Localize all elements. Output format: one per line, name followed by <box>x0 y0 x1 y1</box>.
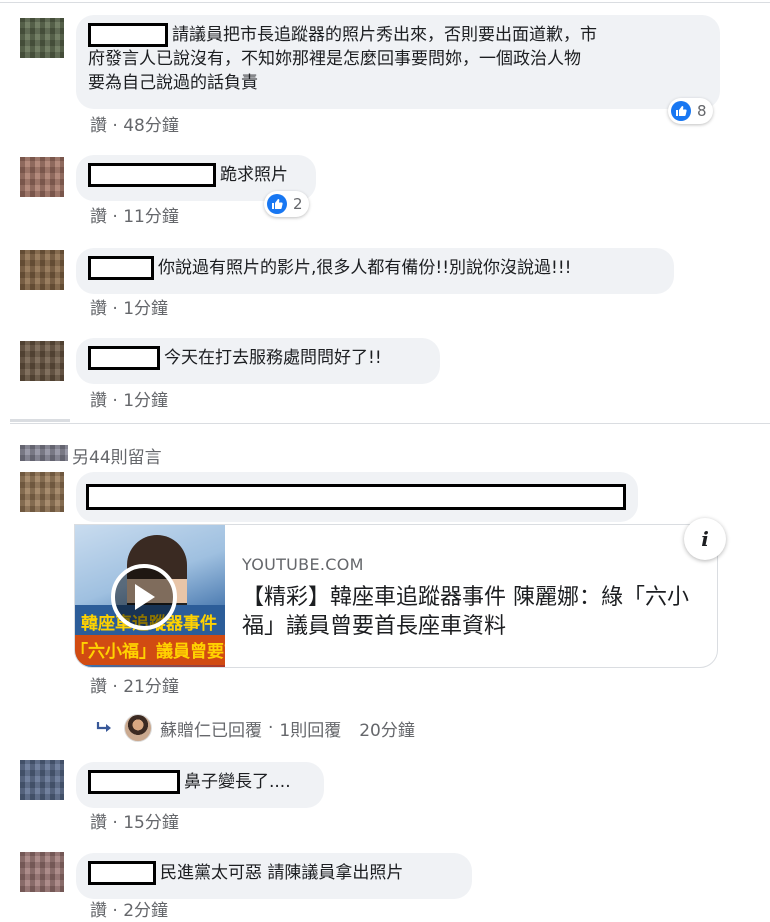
avatar <box>124 714 152 742</box>
info-icon[interactable]: i <box>684 518 726 560</box>
more-comments-link[interactable]: 另44則留言 <box>72 443 162 468</box>
comment-bubble: 鼻子變長了.... <box>76 762 324 808</box>
comment-text: 你說過有照片的影片,很多人都有備份!!別說你沒說過!!! <box>158 258 572 278</box>
avatar[interactable] <box>20 18 64 58</box>
comment-time[interactable]: 48分鐘 <box>123 116 179 136</box>
comment-text: 民進黨太可惡 請陳議員拿出照片 <box>160 863 404 883</box>
comment-meta: 讚 · 11分鐘 <box>90 206 179 228</box>
redacted-name <box>88 163 216 187</box>
comment-bubble: 你說過有照片的影片,很多人都有備份!!別說你沒說過!!! <box>76 248 674 294</box>
like-link[interactable]: 讚 <box>90 116 107 136</box>
meta-separator: · <box>112 391 118 411</box>
comment-bubble: 民進黨太可惡 請陳議員拿出照片 <box>76 853 472 899</box>
reaction-count[interactable]: 2 <box>264 191 309 217</box>
comment-bubble: 今天在打去服務處問問好了!! <box>76 338 440 384</box>
reply-arrow-icon <box>96 721 114 735</box>
avatar[interactable] <box>20 250 64 290</box>
comment-time[interactable]: 11分鐘 <box>123 207 179 227</box>
comment-text-line: 府發言人已說沒有，不知妳那裡是怎麼回事要問妳，一個政治人物 <box>88 49 581 69</box>
reply-author-text[interactable]: 蘇贈仁已回覆 <box>160 716 262 741</box>
comment-bubble: 請議員把市長追蹤器的照片秀出來，否則要出面道歉，市 府發言人已說沒有，不知妳那裡… <box>76 15 720 109</box>
meta-separator: · <box>112 207 118 227</box>
like-thumb-icon <box>267 194 287 214</box>
section-divider <box>10 423 770 424</box>
avatar <box>20 445 68 461</box>
avatar[interactable] <box>20 157 64 197</box>
divider-tick <box>10 419 70 422</box>
comment-meta: 讚 · 21分鐘 <box>90 676 179 698</box>
like-link[interactable]: 讚 <box>90 901 107 921</box>
card-title[interactable]: 【精彩】韓座車追蹤器事件 陳麗娜：綠「六小福」議員曾要首長座車資料 <box>242 583 712 641</box>
comment-meta: 讚 · 15分鐘 <box>90 812 179 834</box>
avatar[interactable] <box>20 472 64 512</box>
avatar[interactable] <box>20 852 64 892</box>
comment-meta: 讚 · 1分鐘 <box>90 390 168 412</box>
comment-time[interactable]: 15分鐘 <box>123 813 179 833</box>
comment-time[interactable]: 1分鐘 <box>123 299 168 319</box>
comment-text-line: 請議員把市長追蹤器的照片秀出來，否則要出面道歉，市 <box>172 25 597 45</box>
comment-meta: 讚 · 1分鐘 <box>90 298 168 320</box>
comment-time[interactable]: 21分鐘 <box>123 677 179 697</box>
comment-meta: 讚 · 48分鐘 <box>90 115 179 137</box>
reaction-number: 2 <box>293 195 303 213</box>
comment-meta: 讚 · 2分鐘 <box>90 900 168 922</box>
comment-time[interactable]: 1分鐘 <box>123 391 168 411</box>
redacted-name <box>88 256 154 280</box>
like-thumb-icon <box>671 101 691 121</box>
link-preview-card[interactable]: 韓座車追蹤器事件 「六小福」議員曾要首長 YOUTUBE.COM 【精彩】韓座車… <box>74 524 718 668</box>
comment-text: 今天在打去服務處問問好了!! <box>164 348 382 368</box>
redacted-text <box>86 484 626 510</box>
comment-text: 鼻子變長了.... <box>184 772 291 792</box>
meta-separator: · <box>112 299 118 319</box>
card-domain: YOUTUBE.COM <box>242 555 364 574</box>
thumbnail-caption-2: 「六小福」議員曾要首長 <box>75 642 225 662</box>
meta-separator: · <box>112 677 118 697</box>
comment-time[interactable]: 2分鐘 <box>123 901 168 921</box>
avatar[interactable] <box>20 760 64 800</box>
like-link[interactable]: 讚 <box>90 207 107 227</box>
meta-separator: · <box>268 718 274 738</box>
redacted-name <box>88 770 180 794</box>
like-link[interactable]: 讚 <box>90 813 107 833</box>
redacted-name <box>88 23 168 47</box>
like-link[interactable]: 讚 <box>90 391 107 411</box>
reply-count[interactable]: 1則回覆 <box>279 716 341 741</box>
comment-text-line: 要為自己說過的話負責 <box>88 73 258 93</box>
video-thumbnail[interactable]: 韓座車追蹤器事件 「六小福」議員曾要首長 <box>75 525 225 667</box>
comment-text: 跪求照片 <box>220 165 288 185</box>
play-icon[interactable] <box>111 564 177 630</box>
like-link[interactable]: 讚 <box>90 299 107 319</box>
reaction-count[interactable]: 8 <box>668 98 713 124</box>
meta-separator: · <box>112 116 118 136</box>
reply-time: 20分鐘 <box>359 720 415 741</box>
reaction-number: 8 <box>697 102 707 120</box>
redacted-name <box>88 861 156 885</box>
reply-summary[interactable]: 蘇贈仁已回覆 · 1則回覆 20分鐘 <box>96 714 415 742</box>
like-link[interactable]: 讚 <box>90 677 107 697</box>
redacted-name <box>88 346 160 370</box>
avatar[interactable] <box>20 341 64 381</box>
meta-separator: · <box>112 901 118 921</box>
meta-separator: · <box>112 813 118 833</box>
top-divider <box>0 2 770 3</box>
